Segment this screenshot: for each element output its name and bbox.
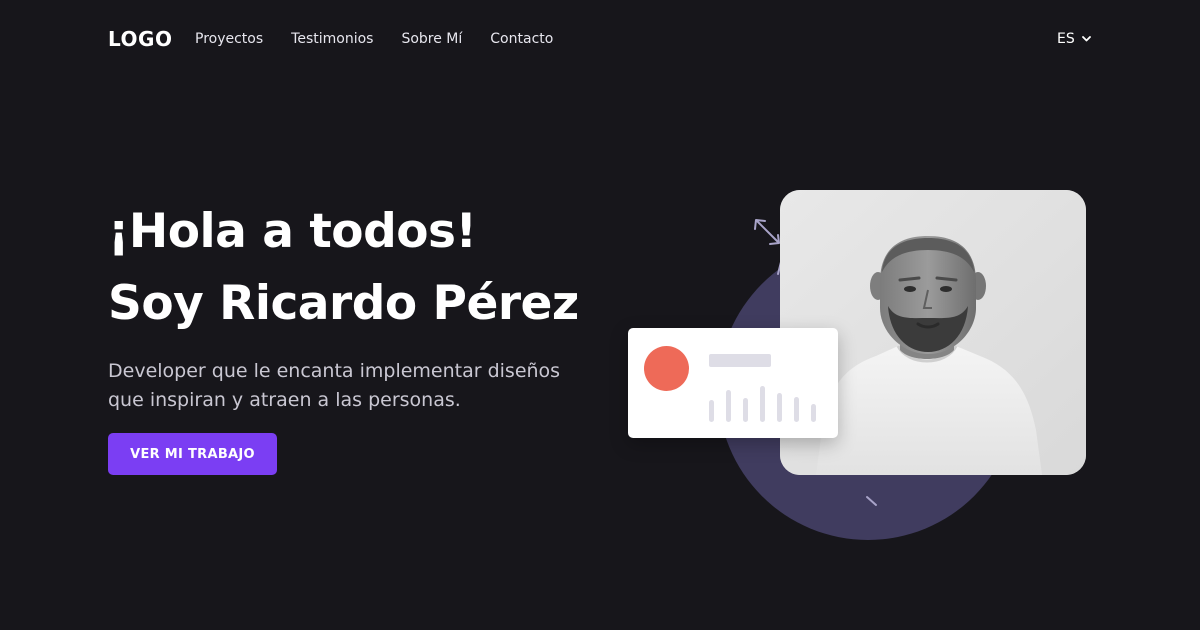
- card-bar: [726, 390, 731, 422]
- decorative-stroke: [866, 496, 877, 506]
- card-bar: [760, 386, 765, 422]
- ui-mock-card: [628, 328, 838, 438]
- card-avatar-dot: [644, 346, 689, 391]
- hero-name: Soy Ricardo Pérez: [108, 276, 579, 331]
- hero-title: ¡Hola a todos! Soy Ricardo Pérez: [108, 196, 579, 340]
- view-work-button[interactable]: VER MI TRABAJO: [108, 433, 277, 475]
- card-bar: [811, 404, 816, 422]
- logo[interactable]: LOGO: [108, 27, 172, 51]
- nav-link-sobre-mi[interactable]: Sobre Mí: [401, 31, 462, 47]
- card-bar: [743, 398, 748, 422]
- card-bar: [709, 400, 714, 422]
- nav-link-testimonios[interactable]: Testimonios: [291, 31, 373, 47]
- hero-description-line: que inspiran y atraen a las personas.: [108, 389, 461, 411]
- card-bar: [794, 397, 799, 422]
- language-selector[interactable]: ES: [1057, 31, 1091, 47]
- card-bar: [777, 393, 782, 422]
- hero-description-line: Developer que le encanta implementar dis…: [108, 360, 561, 382]
- language-label: ES: [1057, 31, 1075, 47]
- nav-link-contacto[interactable]: Contacto: [490, 31, 553, 47]
- site-header: LOGO Proyectos Testimonios Sobre Mí Cont…: [0, 0, 1200, 80]
- nav-link-proyectos[interactable]: Proyectos: [195, 31, 263, 47]
- card-title-placeholder: [709, 354, 771, 367]
- card-bars: [709, 378, 819, 422]
- main-nav: Proyectos Testimonios Sobre Mí Contacto: [195, 31, 553, 47]
- hero-description: Developer que le encanta implementar dis…: [108, 357, 578, 415]
- hero-greeting: ¡Hola a todos!: [108, 204, 477, 259]
- landing-page: LOGO Proyectos Testimonios Sobre Mí Cont…: [0, 0, 1200, 630]
- chevron-down-icon: [1081, 36, 1091, 42]
